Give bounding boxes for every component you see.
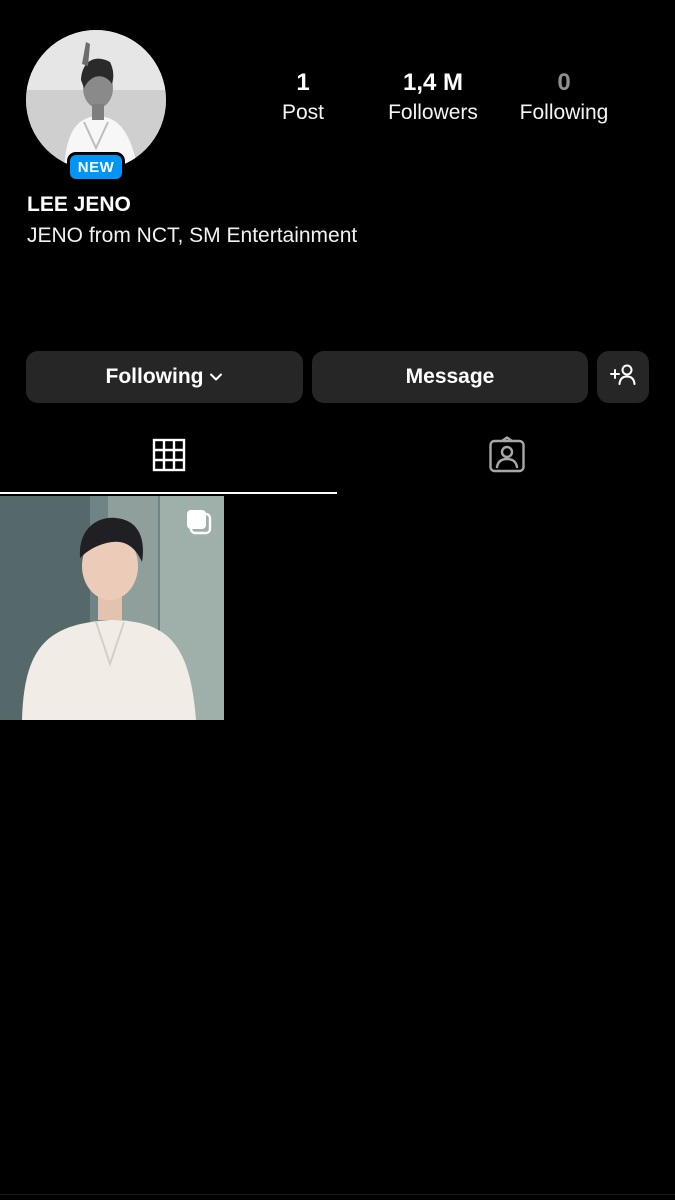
add-person-icon xyxy=(610,363,636,391)
active-tab-indicator xyxy=(0,492,337,494)
profile-avatar-container[interactable]: NEW xyxy=(26,30,166,182)
multiple-photos-icon xyxy=(185,508,213,536)
avatar-photo xyxy=(26,30,166,170)
posts-stat[interactable]: 1 Post xyxy=(253,68,353,128)
following-count: 0 xyxy=(557,69,571,96)
chevron-down-icon xyxy=(209,370,223,384)
following-stat[interactable]: 0 Following xyxy=(504,68,624,128)
posts-label: Post xyxy=(281,101,325,124)
following-label: Following xyxy=(519,101,609,124)
tagged-person-icon xyxy=(488,435,526,479)
bottom-divider xyxy=(0,1194,675,1195)
suggest-users-button[interactable] xyxy=(597,351,649,403)
new-badge: NEW xyxy=(67,152,125,182)
followers-count: 1,4 M xyxy=(402,69,464,96)
tab-posts-grid[interactable] xyxy=(0,420,337,494)
profile-display-name: LEE JENO xyxy=(27,193,131,216)
message-button-label: Message xyxy=(405,365,495,388)
avatar[interactable] xyxy=(26,30,166,170)
followers-stat[interactable]: 1,4 M Followers xyxy=(373,68,493,128)
followers-label: Followers xyxy=(388,101,478,124)
message-button[interactable]: Message xyxy=(312,351,588,403)
posts-count: 1 xyxy=(296,69,310,96)
profile-bio: JENO from NCT, SM Entertainment xyxy=(27,224,358,247)
post-thumbnail[interactable] xyxy=(0,496,224,720)
grid-icon xyxy=(152,438,186,477)
following-button-label: Following xyxy=(105,365,204,388)
following-button[interactable]: Following xyxy=(26,351,303,403)
tab-tagged[interactable] xyxy=(338,420,675,494)
